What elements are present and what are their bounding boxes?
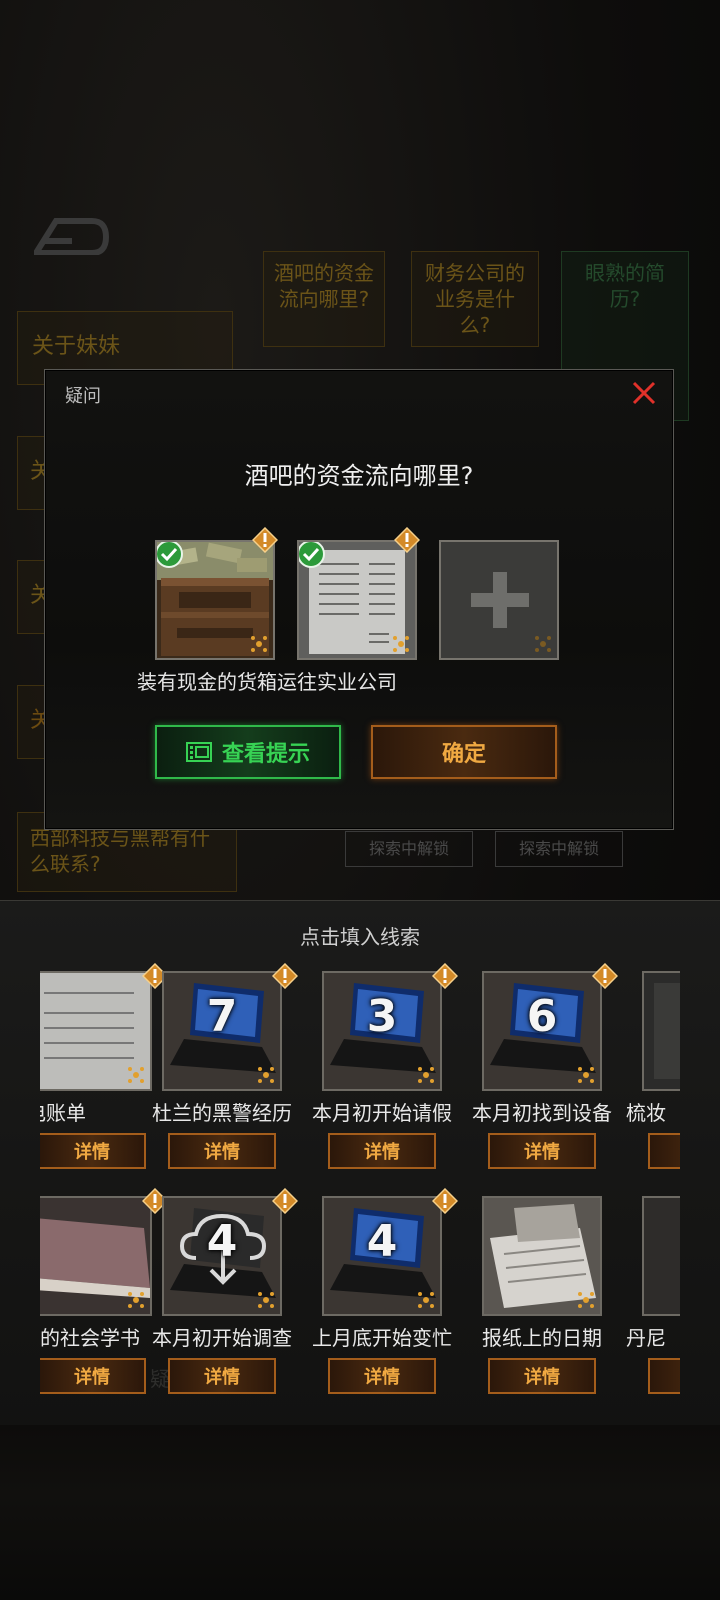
clue-thumbnail: 7 (162, 971, 282, 1091)
clue-card[interactable]: 3 本月初开始请假 详情 (286, 963, 458, 1183)
detail-button[interactable]: 详情 (328, 1358, 436, 1394)
close-icon[interactable] (631, 380, 657, 406)
clue-number: 4 (206, 1216, 238, 1267)
sparkle-icon (578, 1292, 594, 1308)
clue-label: 电账单 (40, 1101, 86, 1125)
clue-number: 6 (526, 991, 558, 1042)
clue-number: 4 (366, 1216, 398, 1267)
view-hint-button[interactable]: 查看提示 (155, 725, 341, 779)
detail-button[interactable]: 详情 (168, 1133, 276, 1169)
sparkle-icon (418, 1067, 434, 1083)
clue-card[interactable]: 4 本月初开始调查 详情 (126, 1188, 298, 1408)
clue-card[interactable]: 丹尼 详情 (606, 1188, 680, 1408)
clue-slot-empty[interactable] (439, 540, 559, 660)
sparkle-icon (258, 1292, 274, 1308)
clue-card[interactable]: 4 上月底开始变忙 详情 (286, 1188, 458, 1408)
view-hint-label: 查看提示 (221, 742, 310, 767)
warning-badge-icon (252, 527, 278, 553)
clue-label: 的社会学书 (40, 1326, 140, 1350)
clue-slot-1[interactable] (155, 540, 275, 660)
clue-number: 7 (206, 991, 238, 1042)
bg-card-text: 关于妹妹 (32, 334, 121, 359)
clue-card[interactable]: 6 本月初找到设备 详情 (446, 963, 618, 1183)
detail-button[interactable]: 详情 (328, 1133, 436, 1169)
confirm-button[interactable]: 确定 (371, 725, 557, 779)
detail-button[interactable]: 详情 (488, 1133, 596, 1169)
sparkle-icon (251, 636, 267, 652)
clue-card[interactable]: 梳妆 详情 (606, 963, 680, 1183)
sparkle-icon (535, 636, 551, 652)
clue-thumbnail (642, 971, 680, 1091)
clue-thumbnail: 4 (322, 1196, 442, 1316)
sparkle-icon (258, 1067, 274, 1083)
detail-button[interactable]: 详情 (168, 1358, 276, 1394)
clue-thumbnail (482, 1196, 602, 1316)
bg-question-card: 财务公司的 业务是什 么? (411, 251, 539, 347)
bg-locked-tag: 探索中解锁 (495, 831, 623, 867)
bg-topic-card: 关 (17, 560, 52, 634)
bg-card-text: 财务公司的 业务是什 么? (425, 261, 525, 337)
clue-card[interactable]: 7 杜兰的黑警经历 详情 (126, 963, 298, 1183)
clue-thumbnail: 3 (322, 971, 442, 1091)
bg-card-text: 酒吧的资金 流向哪里? (274, 261, 374, 311)
bg-locked-tag: 探索中解锁 (345, 831, 473, 867)
clue-card[interactable]: 报纸上的日期 详情 (446, 1188, 606, 1408)
question-text: 酒吧的资金流向哪里? (244, 462, 474, 490)
confirm-label: 确定 (441, 742, 486, 767)
warning-badge-icon (394, 527, 420, 553)
question-dialog: 疑问 酒吧的资金流向哪里? 装有现金的货箱运往实业公司 查看提示 确定 (44, 369, 674, 830)
clue-thumbnail: 4 (162, 1196, 282, 1316)
film-icon (185, 742, 212, 762)
back-arrow-icon[interactable] (34, 215, 110, 255)
bg-topic-card: 关 (17, 436, 52, 510)
clue-slot-2[interactable] (297, 540, 417, 660)
clue-scroller[interactable]: 电账单 详情 7 杜兰的黑警经历 详情 3 本月初开始请假 详情 (40, 963, 680, 1433)
detail-button[interactable]: 详情 (648, 1133, 680, 1169)
sparkle-icon (418, 1292, 434, 1308)
sparkle-icon (578, 1067, 594, 1083)
bg-card-text: 西部科技与黑帮有什 么联系? (30, 826, 210, 876)
panel-title: 点击填入线索 (300, 925, 420, 949)
dialog-title: 疑问 (65, 386, 101, 407)
check-icon (299, 542, 325, 568)
clue-panel: 点击填入线索 疑问 线索 电账单 详情 7 杜兰的黑警经历 详情 (0, 900, 720, 1442)
clue-label: 丹尼 (626, 1326, 666, 1350)
detail-button[interactable]: 详情 (648, 1358, 680, 1394)
clue-label: 梳妆 (626, 1101, 666, 1125)
clue-caption: 装有现金的货箱运往实业公司 (137, 670, 397, 694)
clue-number: 3 (366, 991, 398, 1042)
bg-topic-card: 关 (17, 685, 52, 759)
bg-question-card: 酒吧的资金 流向哪里? (263, 251, 385, 347)
bg-card-text: 眼熟的简 历? (585, 261, 665, 311)
sparkle-icon (393, 636, 409, 652)
clue-thumbnail: 6 (482, 971, 602, 1091)
detail-button[interactable]: 详情 (488, 1358, 596, 1394)
check-icon (157, 542, 183, 568)
background-lower (0, 1425, 720, 1600)
clue-thumbnail (642, 1196, 680, 1316)
